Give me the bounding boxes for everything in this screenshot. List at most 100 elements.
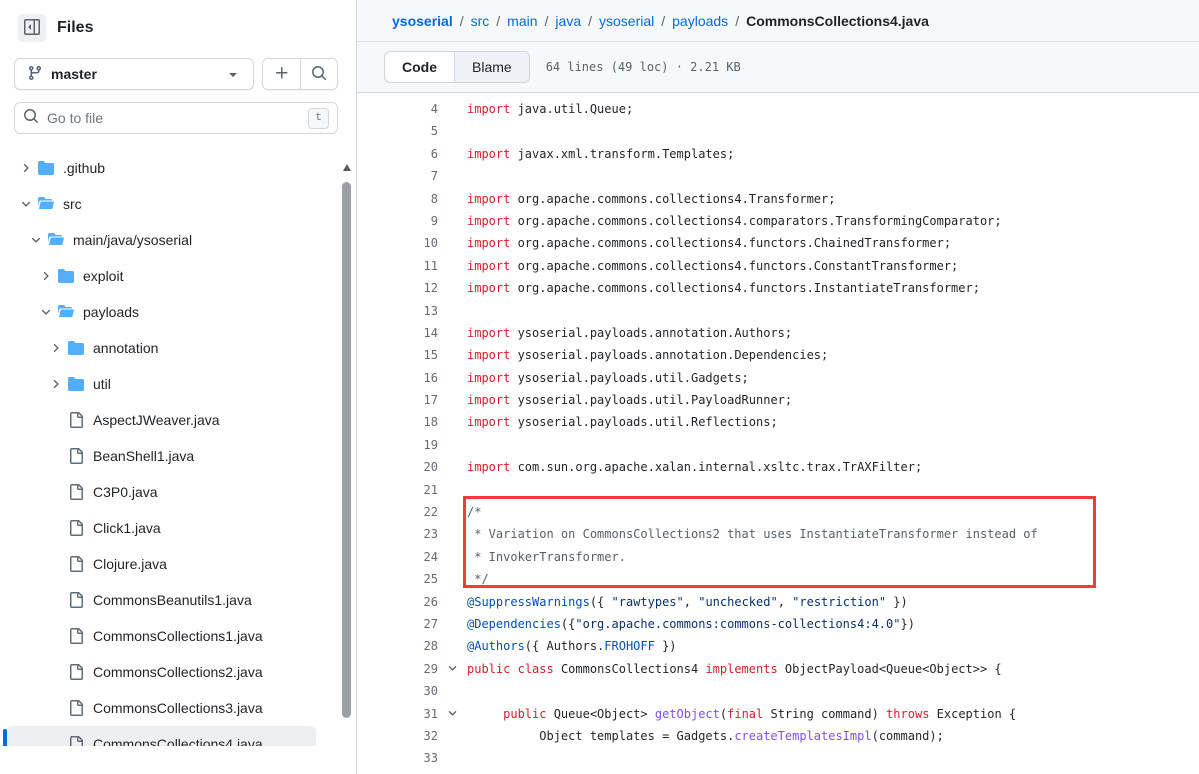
line-number[interactable]: 9 <box>357 210 438 232</box>
breadcrumb-link-payloads[interactable]: payloads <box>672 13 728 29</box>
search-repo-button[interactable] <box>300 59 337 89</box>
line-number[interactable]: 23 <box>357 523 438 545</box>
fold-chevron-icon[interactable] <box>438 658 467 680</box>
file-icon <box>68 628 84 644</box>
fold-chevron-icon[interactable] <box>438 703 467 725</box>
tree-item-commonscollections3-java[interactable]: CommonsCollections3.java <box>6 690 316 726</box>
breadcrumb-link-java[interactable]: java <box>555 13 581 29</box>
branch-name: master <box>51 66 97 82</box>
code-line-14: 14import ysoserial.payloads.annotation.A… <box>357 322 1199 344</box>
code-line-5: 5 <box>357 120 1199 142</box>
tree-item-src[interactable]: src <box>6 186 316 222</box>
tree-item-util[interactable]: util <box>6 366 316 402</box>
tree-item-click1-java[interactable]: Click1.java <box>6 510 316 546</box>
scrollbar-up-arrow[interactable] <box>343 164 351 171</box>
code-text: @Dependencies({"org.apache.commons:commo… <box>467 613 1199 635</box>
code-text: @Authors({ Authors.FROHOFF }) <box>467 635 1199 657</box>
line-number[interactable]: 31 <box>357 703 438 725</box>
line-number[interactable]: 24 <box>357 546 438 568</box>
file-icon <box>68 736 84 746</box>
breadcrumb-link-ysoserial[interactable]: ysoserial <box>599 13 654 29</box>
breadcrumb-link-ysoserial[interactable]: ysoserial <box>392 13 453 29</box>
line-number[interactable]: 29 <box>357 658 438 680</box>
line-number[interactable]: 28 <box>357 635 438 657</box>
file-tree-scrollbar[interactable] <box>341 160 353 774</box>
line-number[interactable]: 15 <box>357 344 438 366</box>
chevron-down-icon <box>16 198 36 210</box>
code-line-17: 17import ysoserial.payloads.util.Payload… <box>357 389 1199 411</box>
breadcrumb-link-main[interactable]: main <box>507 13 537 29</box>
tree-item--github[interactable]: .github <box>6 150 316 186</box>
tree-item-commonscollections2-java[interactable]: CommonsCollections2.java <box>6 654 316 690</box>
tab-code[interactable]: Code <box>385 52 455 82</box>
scrollbar-thumb[interactable] <box>342 182 351 718</box>
new-file-button[interactable] <box>263 59 300 89</box>
go-to-file-row: Go to file t <box>0 96 356 144</box>
folder-open-icon <box>58 304 74 320</box>
line-number[interactable]: 16 <box>357 367 438 389</box>
code-line-27: 27 @Dependencies({"org.apache.commons:com… <box>357 613 1199 635</box>
tree-item-commonscollections4-java[interactable]: CommonsCollections4.java <box>6 726 316 746</box>
line-number[interactable]: 27 <box>357 613 438 635</box>
breadcrumb: ysoserial/src/main/java/ysoserial/payloa… <box>357 0 1199 42</box>
tree-item-exploit[interactable]: exploit <box>6 258 316 294</box>
tree-item-commonsbeanutils1-java[interactable]: CommonsBeanutils1.java <box>6 582 316 618</box>
line-number[interactable]: 26 <box>357 591 438 613</box>
line-number[interactable]: 18 <box>357 411 438 433</box>
code-text: * Variation on CommonsCollections2 that … <box>467 523 1199 545</box>
code-line-13: 13 <box>357 300 1199 322</box>
code-text: import com.sun.org.apache.xalan.internal… <box>467 456 1199 478</box>
line-number[interactable]: 22 <box>357 501 438 523</box>
tab-blame[interactable]: Blame <box>455 52 529 82</box>
tree-item-clojure-java[interactable]: Clojure.java <box>6 546 316 582</box>
line-number[interactable]: 10 <box>357 232 438 254</box>
line-number[interactable]: 25 <box>357 568 438 590</box>
tree-item-main-java-ysoserial[interactable]: main/java/ysoserial <box>6 222 316 258</box>
line-number[interactable]: 7 <box>357 165 438 187</box>
tree-item-beanshell1-java[interactable]: BeanShell1.java <box>6 438 316 474</box>
tree-item-aspectjweaver-java[interactable]: AspectJWeaver.java <box>6 402 316 438</box>
line-number[interactable]: 13 <box>357 300 438 322</box>
gutter-spacer <box>438 523 467 545</box>
gutter-spacer <box>438 479 467 501</box>
branch-selector[interactable]: master <box>14 58 254 90</box>
code-text <box>467 434 1199 456</box>
collapse-file-tree-button[interactable] <box>18 14 46 42</box>
tree-controls: master <box>0 51 356 96</box>
tree-item-label: CommonsCollections2.java <box>93 664 263 680</box>
line-number[interactable]: 14 <box>357 322 438 344</box>
go-to-file-input[interactable]: Go to file t <box>14 102 338 134</box>
breadcrumb-separator: / <box>661 13 665 29</box>
gutter-spacer <box>438 546 467 568</box>
gutter-spacer <box>438 143 467 165</box>
tree-item-label: CommonsCollections3.java <box>93 700 263 716</box>
gutter-spacer <box>438 367 467 389</box>
breadcrumb-link-src[interactable]: src <box>471 13 490 29</box>
line-number[interactable]: 20 <box>357 456 438 478</box>
file-view-panel: ysoserial/src/main/java/ysoserial/payloa… <box>357 0 1199 774</box>
line-number[interactable]: 5 <box>357 120 438 142</box>
tree-item-label: .github <box>63 160 105 176</box>
tree-item-commonscollections1-java[interactable]: CommonsCollections1.java <box>6 618 316 654</box>
file-icon <box>68 592 84 608</box>
tree-item-annotation[interactable]: annotation <box>6 330 316 366</box>
line-number[interactable]: 4 <box>357 98 438 120</box>
tree-item-c3p0-java[interactable]: C3P0.java <box>6 474 316 510</box>
gutter-spacer <box>438 411 467 433</box>
line-number[interactable]: 17 <box>357 389 438 411</box>
line-number[interactable]: 6 <box>357 143 438 165</box>
code-line-28: 28 @Authors({ Authors.FROHOFF }) <box>357 635 1199 657</box>
code-line-19: 19 <box>357 434 1199 456</box>
gutter-spacer <box>438 747 467 769</box>
line-number[interactable]: 8 <box>357 188 438 210</box>
line-number[interactable]: 21 <box>357 479 438 501</box>
line-number[interactable]: 12 <box>357 277 438 299</box>
line-number[interactable]: 19 <box>357 434 438 456</box>
line-number[interactable]: 33 <box>357 747 438 769</box>
line-number[interactable]: 30 <box>357 680 438 702</box>
gutter-spacer <box>438 120 467 142</box>
line-number[interactable]: 32 <box>357 725 438 747</box>
tree-item-payloads[interactable]: payloads <box>6 294 316 330</box>
breadcrumb-separator: / <box>588 13 592 29</box>
line-number[interactable]: 11 <box>357 255 438 277</box>
